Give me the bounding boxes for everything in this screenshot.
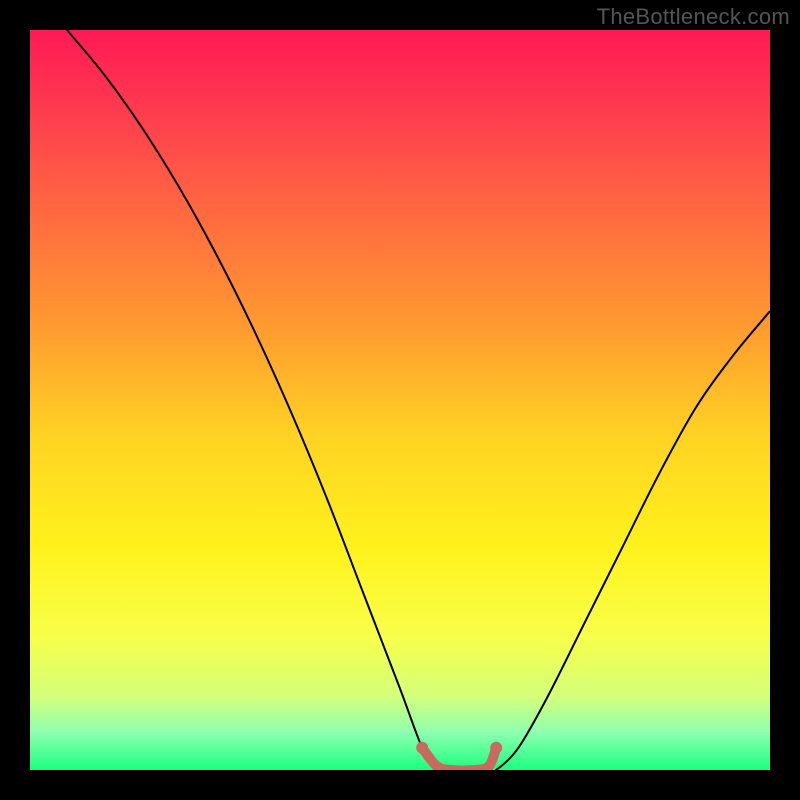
curve-layer [30, 30, 770, 770]
chart-frame: TheBottleneck.com [0, 0, 800, 800]
highlight-dot-left [416, 742, 428, 754]
watermark-text: TheBottleneck.com [597, 4, 790, 30]
bottom-highlight [422, 748, 496, 770]
plot-area [30, 30, 770, 770]
highlight-dot-right [490, 742, 502, 754]
bottleneck-curve [67, 30, 770, 770]
